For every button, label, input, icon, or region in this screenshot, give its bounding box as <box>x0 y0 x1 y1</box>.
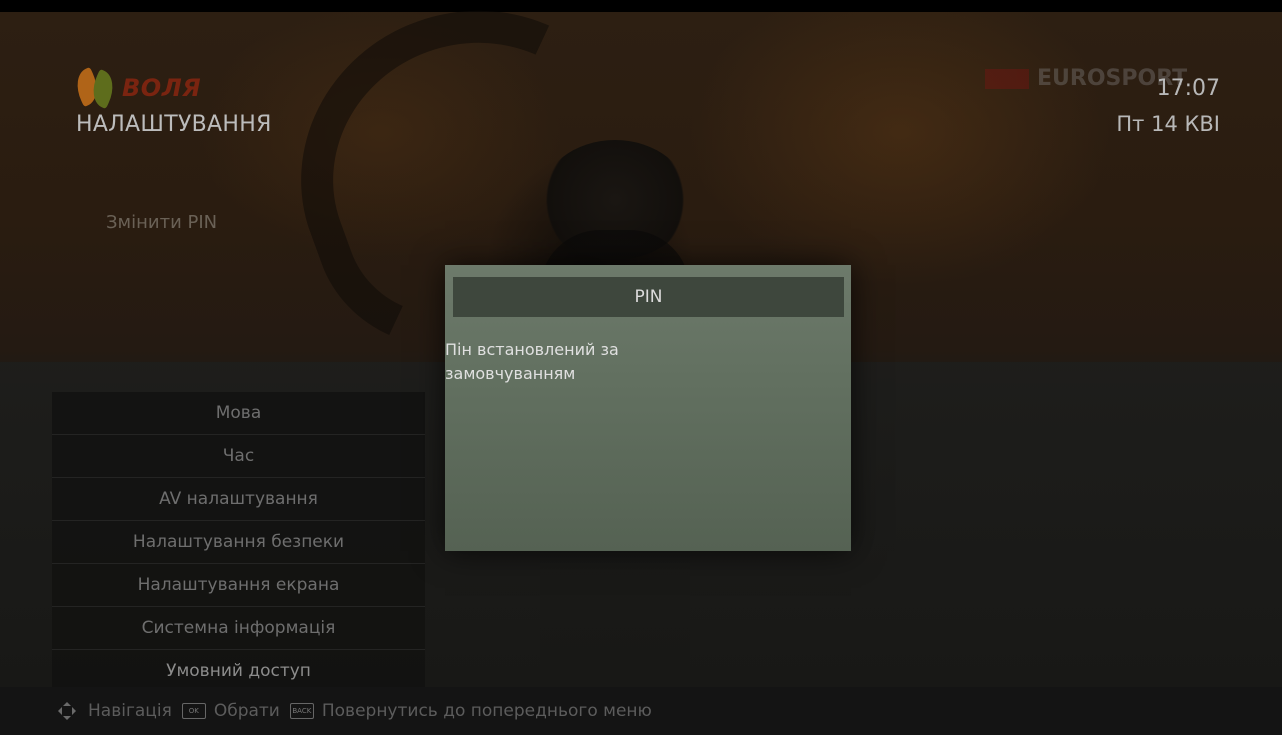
channel-logo-badge-icon <box>985 68 1029 89</box>
leaf-logo-icon <box>69 66 121 110</box>
dpad-arrows-icon <box>56 700 78 722</box>
back-key-icon: BACK <box>289 703 314 719</box>
change-pin-option[interactable]: Змінити PIN <box>106 212 217 233</box>
clock: 17:07 <box>1156 76 1220 101</box>
hint-navigation-label: Навігація <box>88 701 172 721</box>
dialog-message-line-2: замовчуванням <box>445 364 576 383</box>
footer-hints: Навігація OK Обрати BACK Повернутись до … <box>0 687 1282 735</box>
menu-item-av-settings[interactable]: AV налаштування <box>52 478 425 521</box>
menu-item-screen-settings[interactable]: Налаштування екрана <box>52 564 425 607</box>
tv-screen: ВОЛЯ НАЛАШТУВАННЯ EUROSPORT 17:07 Пт 14 … <box>0 0 1282 735</box>
dialog-message-line-1: Пін встановлений за <box>445 340 619 359</box>
menu-item-security-settings[interactable]: Налаштування безпеки <box>52 521 425 564</box>
pin-dialog: PIN Пін встановлений за замовчуванням <box>445 265 851 551</box>
menu-item-time[interactable]: Час <box>52 435 425 478</box>
date: Пт 14 КВІ <box>1116 112 1220 136</box>
menu-item-system-info[interactable]: Системна інформація <box>52 607 425 650</box>
brand-name: ВОЛЯ <box>122 74 202 102</box>
ok-key-icon: OK <box>181 703 206 719</box>
brand-logo: ВОЛЯ <box>69 66 202 110</box>
dialog-title: PIN <box>453 277 844 317</box>
menu-item-language[interactable]: Мова <box>52 392 425 435</box>
dialog-message: Пін встановлений за замовчуванням <box>445 338 685 386</box>
menu-item-conditional-access[interactable]: Умовний доступ <box>52 650 425 692</box>
hint-select-label: Обрати <box>213 701 280 721</box>
settings-menu: Мова Час AV налаштування Налаштування бе… <box>52 392 425 692</box>
hint-back-label: Повернутись до попереднього меню <box>321 701 652 721</box>
page-title: НАЛАШТУВАННЯ <box>76 112 272 137</box>
